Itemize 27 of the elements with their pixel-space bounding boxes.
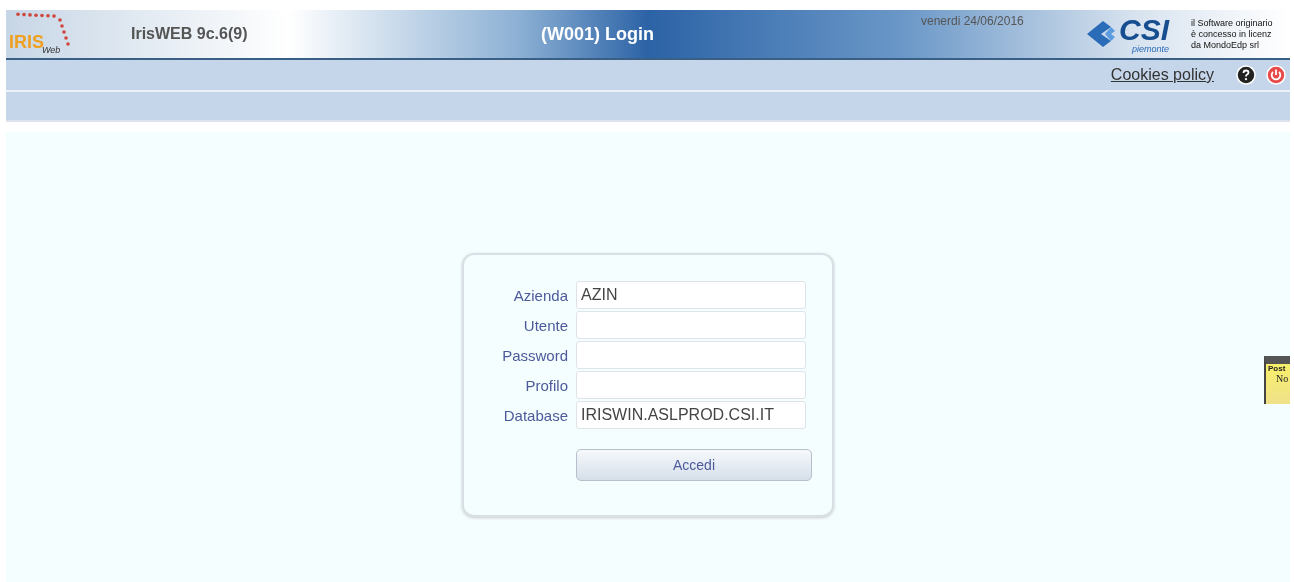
widget-text: No: [1275, 373, 1290, 384]
input-field[interactable]: [576, 311, 806, 339]
field-label: Database: [502, 406, 568, 424]
logo-text: IRIS: [9, 32, 44, 52]
license-text: il Software originario: [1191, 17, 1273, 29]
input-field[interactable]: AZIN: [576, 281, 806, 309]
partner-logo-subtext: piemonte: [1132, 44, 1169, 54]
help-icon[interactable]: [1236, 65, 1256, 85]
field-label: Profilo: [524, 376, 568, 394]
cookies-link[interactable]: Cookies policy: [1110, 66, 1214, 84]
power-icon[interactable]: [1266, 65, 1286, 85]
input-field[interactable]: [576, 371, 806, 399]
field-label: Utente: [522, 316, 568, 334]
date-text: venerdi 24/06/2016: [921, 14, 1025, 28]
widget-text: Post: [1267, 364, 1287, 373]
input-field[interactable]: [576, 341, 806, 369]
partner-logo-text: CSI: [1119, 14, 1169, 45]
field-label: Password: [501, 346, 568, 364]
license-text: da MondoEdp srl: [1191, 39, 1261, 51]
page-title: (W001) Login: [541, 23, 655, 45]
license-text: è concesso in licenz: [1191, 28, 1273, 40]
login-button[interactable]: Accedi: [576, 449, 812, 481]
app-name: IrisWEB 9c.6(9): [131, 25, 249, 43]
logo-subtext: Web: [42, 45, 61, 55]
field-label: Azienda: [512, 286, 568, 304]
input-field[interactable]: IRISWIN.ASLPROD.CSI.IT: [576, 401, 806, 429]
sticky-note-widget[interactable]: Post No: [1264, 356, 1290, 404]
